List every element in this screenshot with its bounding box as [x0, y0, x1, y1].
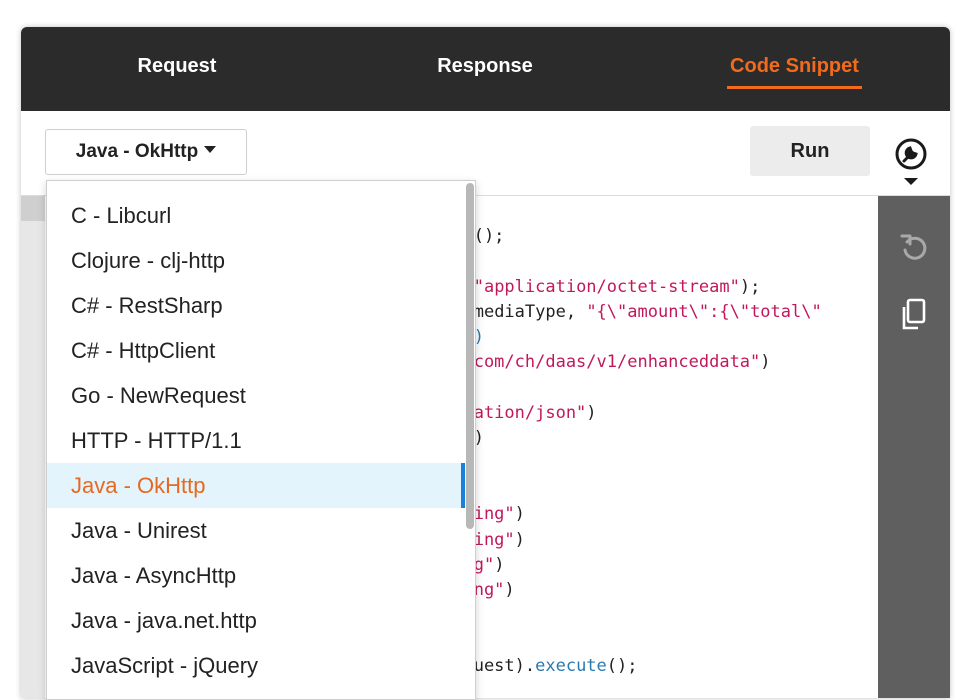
code-line: se("application/octet-stream"); — [443, 275, 878, 300]
dropdown-option-label: HTTP - HTTP/1.1 — [71, 428, 242, 453]
dropdown-option[interactable]: JavaScript - jQuery — [47, 643, 465, 688]
reset-button[interactable] — [898, 230, 930, 264]
language-dropdown-menu: C - Libcurl Clojure - clj-http C# - RestSh… — [46, 180, 476, 700]
code-line: ps.com/ch/daas/v1/enhanceddata") — [443, 350, 878, 375]
code-line: "") — [443, 426, 878, 451]
active-tab-underline — [727, 86, 862, 89]
tab-response[interactable]: Response — [431, 53, 539, 89]
code-token: ) — [514, 529, 525, 550]
wrench-icon — [895, 138, 927, 185]
dropdown-option[interactable]: HTTP - HTTP/1.1 — [47, 418, 465, 463]
dropdown-option[interactable]: Java - java.net.http — [47, 598, 465, 643]
code-line: te(mediaType, "{\"amount\":{\"total\" — [443, 300, 878, 325]
run-button[interactable]: Run — [750, 126, 870, 176]
code-token: ) — [514, 504, 525, 525]
line-gutter — [21, 196, 45, 698]
reset-icon — [900, 234, 927, 260]
code-token: (); — [606, 656, 638, 677]
dropdown-option-label: Java - java.net.http — [71, 608, 257, 633]
code-line: request).execute(); — [443, 654, 878, 679]
code-line: ent(); — [443, 224, 878, 249]
settings-menu-button[interactable] — [891, 133, 931, 185]
language-select-value: Java - OkHttp — [75, 141, 199, 162]
language-select[interactable]: Java - OkHttp — [45, 129, 247, 175]
tab-label: Code Snippet — [730, 55, 859, 77]
tab-code-snippet[interactable]: Code Snippet — [727, 53, 862, 89]
caret-down-icon — [204, 146, 217, 154]
dropdown-option[interactable]: Java - OkHttp — [47, 463, 465, 508]
code-token: mediaType, — [473, 301, 587, 322]
code-line: ring") — [443, 553, 878, 578]
dropdown-option[interactable]: Java - Unirest — [47, 508, 465, 553]
code-token: ); — [739, 276, 761, 297]
code-token: execute — [535, 656, 607, 677]
code-token: ps.com/ch/daas/v1/enhanceddata" — [443, 352, 761, 373]
code-token: "application/octet-stream" — [473, 276, 740, 297]
scrollbar-thumb[interactable] — [466, 183, 474, 529]
dropdown-option-label: Go - NewRequest — [71, 383, 246, 408]
dropdown-option-label: Java - AsyncHttp — [71, 563, 237, 588]
dropdown-option[interactable]: Go - NewRequest — [47, 373, 465, 418]
selected-indicator — [461, 463, 465, 508]
dropdown-option[interactable]: C# - RestSharp — [47, 283, 465, 328]
code-line: tring") — [443, 578, 878, 603]
dropdown-option-label: Java - Unirest — [71, 518, 207, 543]
tab-label: Response — [437, 55, 533, 77]
dropdown-option[interactable]: Clojure - clj-http — [47, 238, 465, 283]
code-token: ) — [494, 554, 505, 575]
dropdown-option-label: Clojure - clj-http — [71, 248, 226, 273]
gutter-highlight — [21, 196, 45, 221]
code-line: lication/json") — [443, 401, 878, 426]
dropdown-option-label: C - Libcurl — [71, 203, 172, 228]
dropdown-option-label: C# - HttpClient — [71, 338, 216, 363]
code-token: ) — [760, 352, 771, 373]
code-line: string") — [443, 528, 878, 553]
dropdown-option[interactable]: C - Libcurl — [47, 193, 465, 238]
code-actions-sidebar — [878, 196, 950, 698]
code-line: er() — [443, 325, 878, 350]
code-line: string") — [443, 502, 878, 527]
copy-button[interactable] — [898, 297, 930, 331]
dropdown-option-label: C# - RestSharp — [71, 293, 223, 318]
copy-icon — [902, 298, 926, 330]
tab-label: Request — [137, 55, 217, 77]
tab-request[interactable]: Request — [125, 53, 229, 89]
code-token: "{\"amount\":{\"total\" — [586, 301, 822, 322]
dropdown-option[interactable]: C# - HttpClient — [47, 328, 465, 373]
dropdown-option[interactable]: Java - AsyncHttp — [47, 553, 465, 598]
code-token: ) — [586, 403, 597, 424]
dropdown-option-label: Java - OkHttp — [71, 473, 206, 498]
dropdown-option-label: JavaScript - jQuery — [71, 653, 259, 678]
tab-bar: Request Response Code Snippet — [21, 27, 950, 111]
code-token: ) — [504, 580, 515, 601]
dropdown-scrollbar[interactable] — [466, 181, 475, 699]
